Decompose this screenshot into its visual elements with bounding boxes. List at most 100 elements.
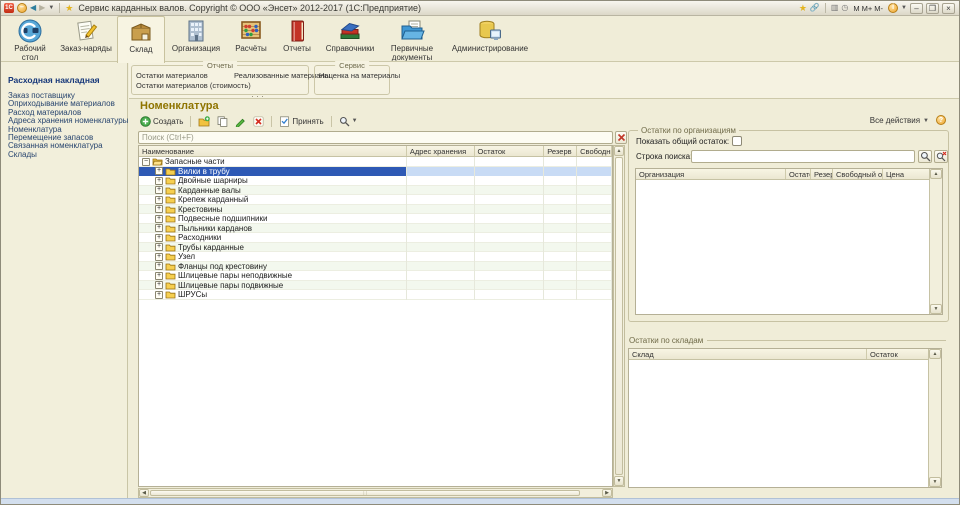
edit-button[interactable]: [233, 116, 248, 127]
back-icon[interactable]: ◀: [30, 3, 36, 13]
favorites-icon[interactable]: ★: [65, 3, 73, 13]
minimize-button[interactable]: –: [910, 3, 923, 14]
column-header-Остаток[interactable]: Остаток: [475, 146, 545, 156]
forward-icon[interactable]: ▶: [39, 3, 45, 13]
chart-icon[interactable]: ▥: [831, 3, 839, 13]
table-row-Крепеж карданный[interactable]: +Крепеж карданный: [139, 195, 612, 205]
vertical-scrollbar[interactable]: ▲ ▼: [613, 145, 625, 487]
column-header-Свободный оста...[interactable]: Свободный оста...: [833, 169, 883, 179]
main-menu-button[interactable]: –: [17, 3, 27, 13]
create-group-button[interactable]: [196, 116, 212, 127]
expand-icon[interactable]: +: [155, 177, 163, 185]
scroll-up-icon[interactable]: ▲: [930, 169, 942, 179]
info-icon[interactable]: i: [888, 3, 898, 13]
expand-icon[interactable]: +: [155, 272, 163, 280]
sidebar-item-Склады[interactable]: Склады: [8, 151, 127, 159]
expand-icon[interactable]: +: [155, 234, 163, 242]
memory-button-M[interactable]: M: [852, 4, 860, 13]
column-header-Свободный ос[interactable]: Свободный ос: [577, 146, 612, 156]
expand-icon[interactable]: +: [155, 224, 163, 232]
expand-icon[interactable]: +: [155, 243, 163, 251]
expand-icon[interactable]: +: [155, 205, 163, 213]
help-icon[interactable]: ?: [936, 115, 946, 125]
ribbon-tab-Склад[interactable]: Склад: [117, 16, 165, 63]
copy-button[interactable]: [215, 116, 230, 127]
column-header-Наименование[interactable]: Наименование: [139, 146, 407, 156]
table-row-Шлицевые пары подвижные[interactable]: +Шлицевые пары подвижные: [139, 281, 612, 291]
table-row-Двойные шарниры[interactable]: +Двойные шарниры: [139, 176, 612, 186]
ribbon-tab-Администрирование[interactable]: Администрирование: [443, 16, 537, 60]
scroll-down-icon[interactable]: ▼: [929, 477, 941, 487]
scrollbar-thumb[interactable]: ∷: [150, 490, 580, 496]
ribbon-tab-Рабочий стол[interactable]: Рабочий стол: [5, 16, 55, 60]
column-header-Склад[interactable]: Склад: [629, 349, 867, 359]
collapse-icon[interactable]: −: [142, 158, 150, 166]
ribbon-tab-Отчеты[interactable]: Отчеты: [275, 16, 319, 60]
table-row-Узел[interactable]: +Узел: [139, 252, 612, 262]
ribbon-tab-Справочники[interactable]: Справочники: [319, 16, 381, 60]
org-table-scrollbar[interactable]: ▲ ▼: [929, 169, 942, 314]
expand-icon[interactable]: +: [155, 281, 163, 289]
delete-button[interactable]: [251, 116, 266, 127]
expand-icon[interactable]: +: [155, 186, 163, 194]
search-menu-button[interactable]: ▼: [337, 116, 360, 127]
column-header-Адрес хранения[interactable]: Адрес хранения: [407, 146, 475, 156]
expand-icon[interactable]: +: [155, 196, 163, 204]
create-button[interactable]: Создать: [138, 116, 185, 127]
table-row-Пыльники карданов[interactable]: +Пыльники карданов: [139, 224, 612, 234]
search-input[interactable]: [138, 131, 613, 144]
table-row-Запасные части[interactable]: −Запасные части: [139, 157, 612, 167]
history-dropdown-icon[interactable]: ▼: [48, 5, 54, 11]
warehouse-table-scrollbar[interactable]: ▲ ▼: [928, 349, 941, 487]
scroll-left-icon[interactable]: ◀: [139, 489, 149, 497]
expand-icon[interactable]: +: [155, 215, 163, 223]
table-row-Фланцы под крестовину[interactable]: +Фланцы под крестовину: [139, 262, 612, 272]
scrollbar-thumb[interactable]: [615, 157, 623, 475]
column-header-Цена[interactable]: Цена: [883, 169, 931, 179]
ribbon-tab-Организация[interactable]: Организация: [165, 16, 227, 60]
scroll-down-icon[interactable]: ▼: [614, 476, 624, 486]
close-button[interactable]: ×: [942, 3, 955, 14]
expand-icon[interactable]: +: [155, 253, 163, 261]
column-header-Организация[interactable]: Организация: [636, 169, 786, 179]
clear-search-button[interactable]: [615, 131, 627, 144]
show-total-checkbox[interactable]: [732, 136, 742, 146]
memory-button-M+[interactable]: M+: [861, 4, 874, 13]
command-Наценка на материалы[interactable]: Наценка на материалы: [319, 71, 400, 81]
column-header-Остаток[interactable]: Остаток: [867, 349, 930, 359]
column-header-Резерв[interactable]: Резерв: [544, 146, 577, 156]
table-row-Расходники[interactable]: +Расходники: [139, 233, 612, 243]
clock-icon[interactable]: ◷: [841, 3, 848, 13]
all-actions-button[interactable]: Все действия ▼: [870, 116, 929, 125]
expand-icon[interactable]: +: [155, 167, 163, 175]
org-search-button[interactable]: [918, 150, 932, 163]
horizontal-scrollbar[interactable]: ◀ ∷ ▶: [138, 488, 613, 498]
ribbon-tab-Заказ-наряды[interactable]: Заказ-наряды: [55, 16, 117, 60]
column-header-Резерв[interactable]: Резерв: [811, 169, 833, 179]
maximize-button[interactable]: ❐: [926, 3, 939, 14]
table-row-Трубы карданные[interactable]: +Трубы карданные: [139, 243, 612, 253]
table-row-Вилки в трубу[interactable]: +Вилки в трубу: [139, 167, 612, 177]
org-clear-search-button[interactable]: [934, 150, 948, 163]
table-row-Подвесные подшипники[interactable]: +Подвесные подшипники: [139, 214, 612, 224]
expand-icon[interactable]: +: [155, 262, 163, 270]
accept-button[interactable]: Принять: [277, 116, 325, 127]
column-header-Остаток[interactable]: Остаток: [786, 169, 811, 179]
scroll-up-icon[interactable]: ▲: [614, 146, 624, 156]
service-menu-caret-icon[interactable]: ▼: [901, 5, 907, 11]
link-icon[interactable]: 🔗: [810, 3, 820, 13]
favorites-star-icon[interactable]: ★: [799, 3, 807, 13]
command-Остатки материалов (стоимость)[interactable]: Остатки материалов (стоимость): [136, 81, 251, 91]
table-row-Крестовины[interactable]: +Крестовины: [139, 205, 612, 215]
ribbon-tab-Расчёты[interactable]: Расчёты: [227, 16, 275, 60]
org-search-input[interactable]: [691, 150, 915, 163]
scroll-down-icon[interactable]: ▼: [930, 304, 942, 314]
expand-icon[interactable]: +: [155, 291, 163, 299]
memory-button-M-[interactable]: M-: [873, 4, 884, 13]
table-row-ШРУСы[interactable]: +ШРУСы: [139, 290, 612, 300]
table-row-Шлицевые пары неподвижные[interactable]: +Шлицевые пары неподвижные: [139, 271, 612, 281]
table-row-Карданные валы[interactable]: +Карданные валы: [139, 186, 612, 196]
ribbon-tab-Первичные документы[interactable]: Первичные документы: [381, 16, 443, 60]
scroll-right-icon[interactable]: ▶: [602, 489, 612, 497]
scroll-up-icon[interactable]: ▲: [929, 349, 941, 359]
